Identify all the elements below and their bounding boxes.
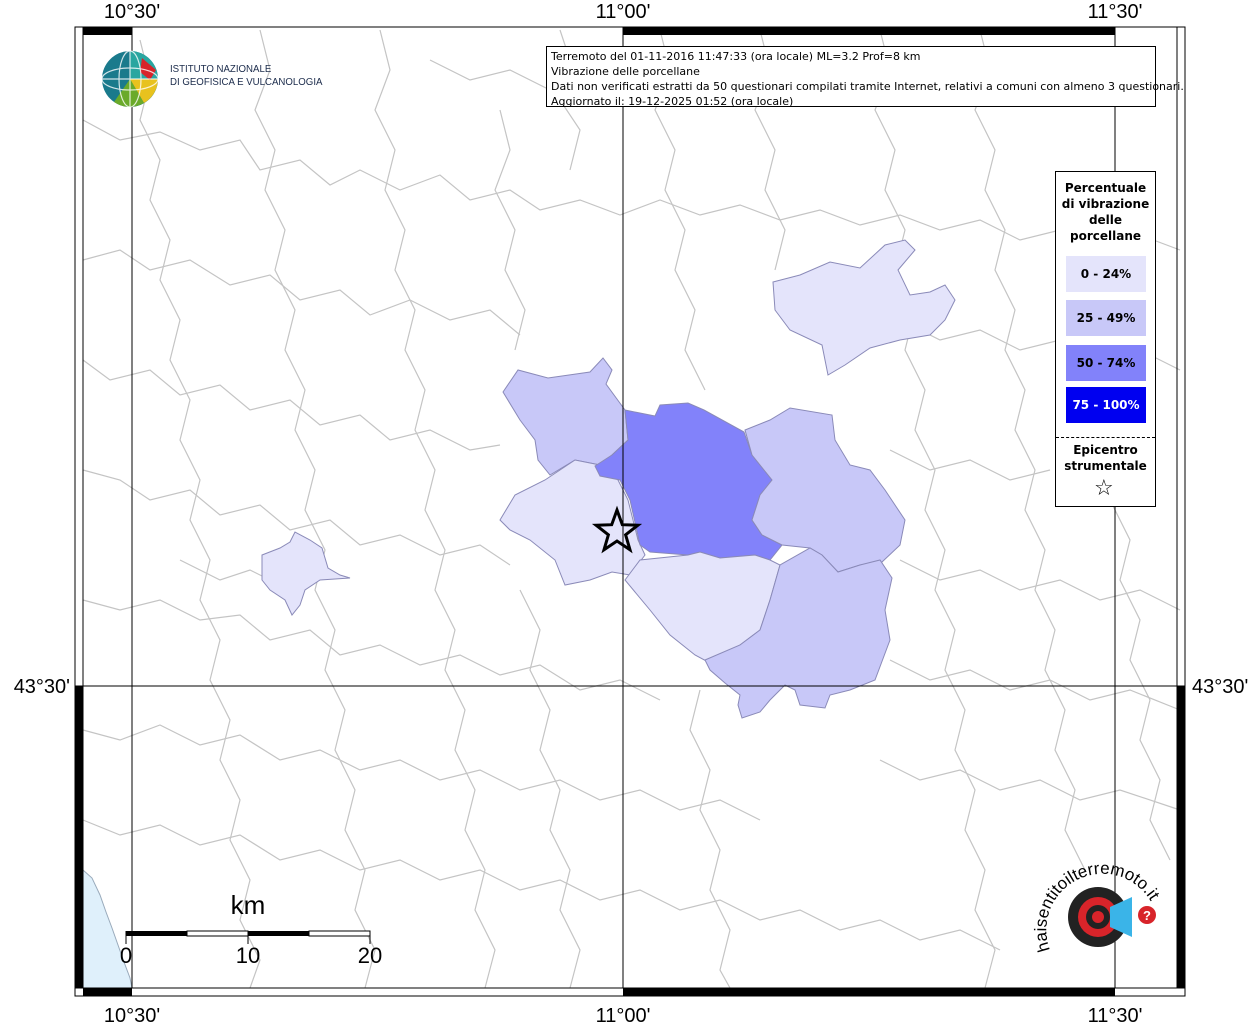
lon-tick-top-2: 11°00' — [596, 1, 651, 23]
legend-class-1: 25 - 49% — [1066, 300, 1146, 336]
lon-tick-bottom-2: 11°00' — [596, 1005, 651, 1024]
legend-title-line-3: delle — [1088, 213, 1123, 227]
lon-tick-bottom-3: 11°30' — [1088, 1005, 1143, 1024]
scale-label-0: 0 — [120, 943, 132, 968]
legend-title-line-4: porcellane — [1069, 229, 1141, 243]
legend-title-line-2: di vibrazione — [1061, 197, 1150, 211]
lon-tick-top-1: 10°30' — [104, 1, 160, 23]
lat-tick-left: 43°30' — [14, 676, 70, 698]
legend-epicenter-label: Epicentro strumentale — [1056, 442, 1155, 474]
scale-unit: km — [231, 890, 266, 920]
lat-tick-right: 43°30' — [1192, 676, 1248, 698]
legend-class-2: 50 - 74% — [1066, 345, 1146, 381]
legend-epicenter-line-1: Epicentro — [1073, 443, 1138, 457]
ingv-globe-logo-icon — [101, 50, 159, 108]
map-type: Vibrazione delle porcellane — [551, 65, 700, 78]
event-line: Terremoto del 01-11-2016 11:47:33 (ora l… — [551, 50, 921, 63]
updated-time: Aggiornato il: 19-12-2025 01:52 (ora loc… — [551, 95, 794, 108]
legend: Percentuale di vibrazione delle porcella… — [1055, 171, 1156, 507]
legend-epicenter-line-2: strumentale — [1064, 459, 1147, 473]
scale-label-20: 20 — [358, 943, 382, 968]
ingv-logo-text: ISTITUTO NAZIONALE DI GEOFISICA E VULCAN… — [170, 63, 322, 89]
svg-text:?: ? — [1143, 908, 1151, 923]
legend-class-3: 75 - 100% — [1066, 387, 1146, 423]
legend-star-icon: ☆ — [1094, 476, 1114, 501]
scale-label-10: 10 — [236, 943, 260, 968]
lon-tick-top-3: 11°30' — [1088, 1, 1143, 23]
legend-title-line-1: Percentuale — [1064, 181, 1147, 195]
legend-title: Percentuale di vibrazione delle porcella… — [1056, 180, 1155, 244]
legend-class-0: 0 - 24% — [1066, 256, 1146, 292]
event-info-box: Terremoto del 01-11-2016 11:47:33 (ora l… — [546, 46, 1184, 108]
lon-tick-bottom-1: 10°30' — [104, 1005, 160, 1024]
data-note: Dati non verificati estratti da 50 quest… — [551, 80, 1184, 93]
ingv-logo-line1: ISTITUTO NAZIONALE — [170, 63, 272, 75]
haisentito-logo-icon: haisentitoilterremoto.it ? — [1031, 859, 1163, 955]
ingv-logo-line2: DI GEOFISICA E VULCANOLOGIA — [170, 76, 323, 88]
legend-separator — [1056, 437, 1155, 438]
